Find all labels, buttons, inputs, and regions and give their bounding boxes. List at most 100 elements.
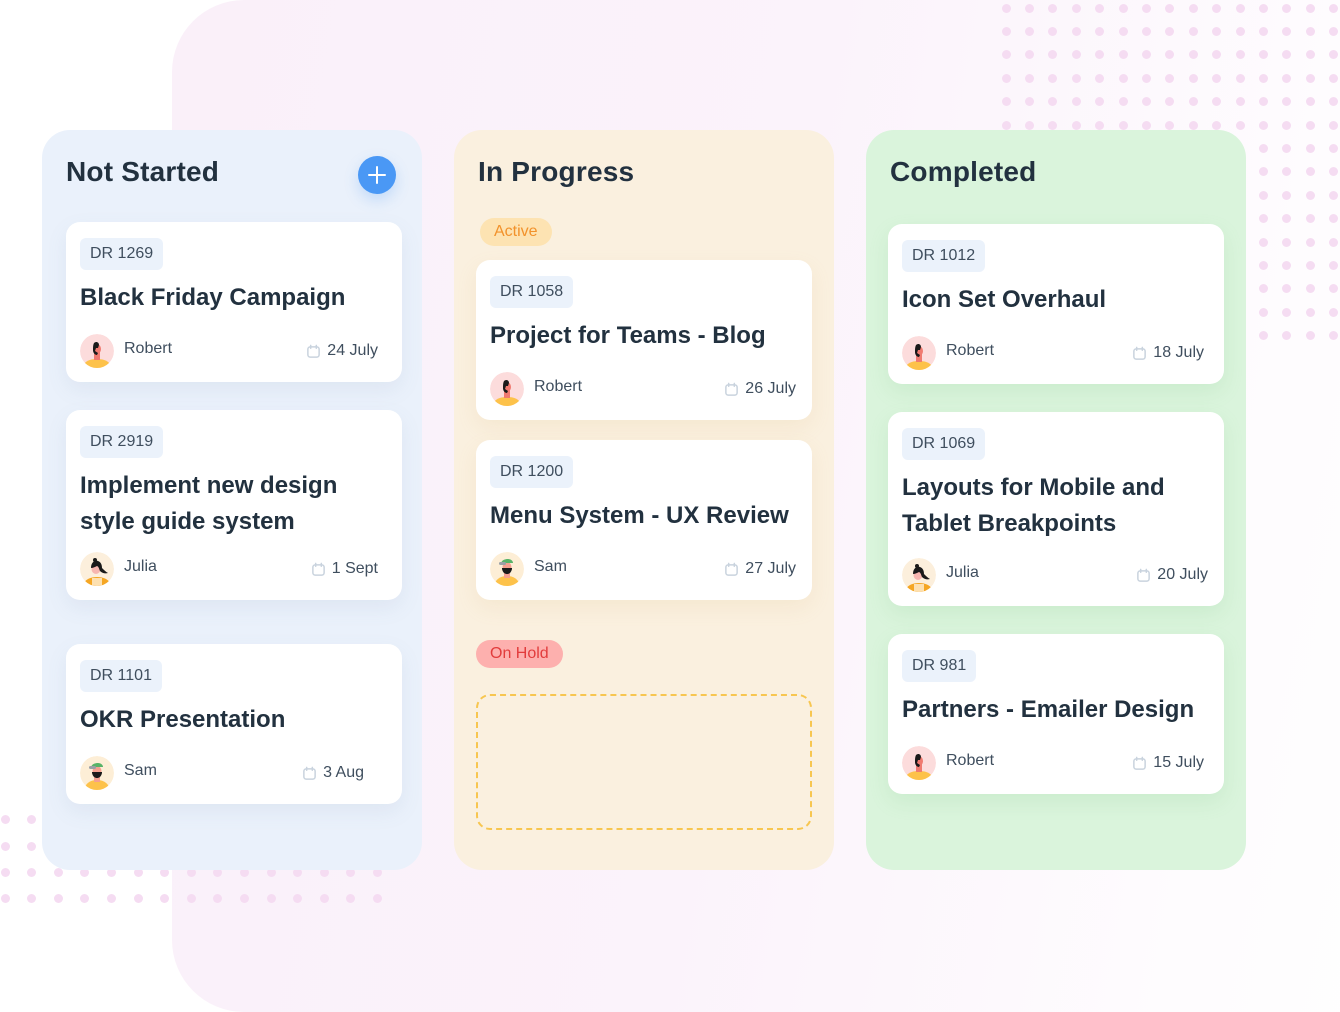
task-footer: Robert 24 July — [80, 334, 388, 368]
task-card[interactable]: DR 981 Partners - Emailer Design Robert … — [888, 634, 1224, 794]
decorative-dot — [1305, 50, 1315, 60]
decorative-dot — [1258, 190, 1268, 200]
decorative-dot — [1188, 73, 1198, 83]
avatar-julia — [902, 558, 936, 592]
assignee-name: Sam — [124, 762, 157, 779]
decorative-dot — [27, 893, 37, 903]
due-date: 20 July — [1136, 566, 1208, 584]
decorative-dot — [213, 893, 223, 903]
decorative-dot — [239, 893, 249, 903]
decorative-dot — [266, 893, 276, 903]
decorative-dot — [1305, 307, 1315, 317]
avatar-robert — [80, 334, 114, 368]
task-title: Layouts for Mobile and Tablet Breakpoint… — [902, 474, 1165, 537]
due-date-text: 1 Sept — [331, 560, 378, 577]
decorative-dot — [1258, 214, 1268, 224]
decorative-dot — [1258, 3, 1268, 13]
task-title: Project for Teams - Blog — [490, 322, 766, 349]
task-footer: Julia 20 July — [902, 558, 1210, 592]
task-title: Partners - Emailer Design — [902, 696, 1195, 723]
decorative-dot — [1282, 3, 1292, 13]
decorative-dot — [1071, 26, 1081, 36]
decorative-dot — [1118, 73, 1128, 83]
decorative-dot — [1188, 26, 1198, 36]
column-in-progress: In Progress Active DR 1058 Project for T… — [454, 130, 834, 870]
task-card[interactable]: DR 1012 Icon Set Overhaul Robert 18 July — [888, 224, 1224, 384]
task-card[interactable]: DR 2919 Implement new design style guide… — [66, 410, 402, 600]
task-footer: Robert 18 July — [902, 336, 1210, 370]
decorative-dot — [1235, 73, 1245, 83]
decorative-dot — [186, 893, 196, 903]
avatar-sam — [80, 756, 114, 790]
task-card[interactable]: DR 1269 Black Friday Campaign Robert 24 … — [66, 222, 402, 382]
decorative-dot — [1305, 167, 1315, 177]
decorative-dot — [1258, 120, 1268, 130]
assignee-name: Sam — [534, 558, 567, 575]
status-pill-active[interactable]: Active — [480, 218, 552, 246]
decorative-dot — [1095, 3, 1105, 13]
decorative-dot — [1141, 26, 1151, 36]
decorative-dot — [319, 893, 329, 903]
decorative-dot — [1001, 50, 1011, 60]
decorative-dot — [1235, 3, 1245, 13]
decorative-dot — [1095, 73, 1105, 83]
decorative-dot — [1282, 237, 1292, 247]
decorative-dot — [1305, 284, 1315, 294]
decorative-dot — [1048, 73, 1058, 83]
task-card[interactable]: DR 1200 Menu System - UX Review Sam 27 J… — [476, 440, 812, 600]
avatar-robert — [490, 372, 524, 406]
decorative-dot — [1329, 190, 1339, 200]
decorative-dot — [27, 841, 37, 851]
decorative-dot — [1188, 97, 1198, 107]
decorative-dot — [1141, 73, 1151, 83]
decorative-dot — [1305, 214, 1315, 224]
task-id-badge: DR 1058 — [490, 276, 574, 308]
due-date: 3 Aug — [302, 764, 364, 782]
decorative-dot — [1329, 26, 1339, 36]
due-date-text: 18 July — [1153, 344, 1204, 361]
decorative-dot — [1305, 26, 1315, 36]
decorative-dot — [1212, 26, 1222, 36]
decorative-dot — [1258, 307, 1268, 317]
decorative-dot — [1258, 331, 1268, 341]
task-card[interactable]: DR 1069 Layouts for Mobile and Tablet Br… — [888, 412, 1224, 606]
calendar-icon — [724, 562, 739, 577]
decorative-dot — [1024, 3, 1034, 13]
decorative-dot — [1282, 73, 1292, 83]
avatar-robert — [902, 336, 936, 370]
decorative-dot — [1001, 26, 1011, 36]
decorative-dot — [1095, 26, 1105, 36]
calendar-icon — [311, 562, 326, 577]
decorative-dot — [1258, 26, 1268, 36]
decorative-dot — [1024, 73, 1034, 83]
due-date-text: 27 July — [745, 560, 796, 577]
add-task-button[interactable] — [358, 156, 396, 194]
due-date-text: 20 July — [1157, 566, 1208, 583]
decorative-dot — [1048, 3, 1058, 13]
due-date: 1 Sept — [311, 560, 378, 578]
status-pill-on-hold[interactable]: On Hold — [476, 640, 563, 668]
decorative-dot — [1024, 97, 1034, 107]
decorative-dot — [1071, 120, 1081, 130]
decorative-dot — [346, 893, 356, 903]
decorative-dot — [1282, 120, 1292, 130]
task-id-badge: DR 1101 — [80, 660, 162, 692]
task-id-badge: DR 1012 — [902, 240, 986, 272]
decorative-dot — [1095, 120, 1105, 130]
decorative-dot — [1141, 97, 1151, 107]
decorative-dot — [80, 893, 90, 903]
decorative-dot — [1305, 97, 1315, 107]
calendar-icon — [302, 766, 317, 781]
task-card[interactable]: DR 1101 OKR Presentation Sam 3 Aug — [66, 644, 402, 804]
task-id-badge: DR 1269 — [80, 238, 164, 270]
task-card[interactable]: DR 1058 Project for Teams - Blog Robert … — [476, 260, 812, 420]
decorative-dot — [1329, 120, 1339, 130]
decorative-dot — [1001, 120, 1011, 130]
task-id-badge: DR 981 — [902, 650, 977, 682]
decorative-dot — [0, 867, 10, 877]
decorative-dot — [1235, 26, 1245, 36]
decorative-dot — [1305, 3, 1315, 13]
empty-drop-zone[interactable] — [476, 694, 812, 830]
task-footer: Robert 26 July — [490, 372, 798, 406]
decorative-dot — [1235, 97, 1245, 107]
